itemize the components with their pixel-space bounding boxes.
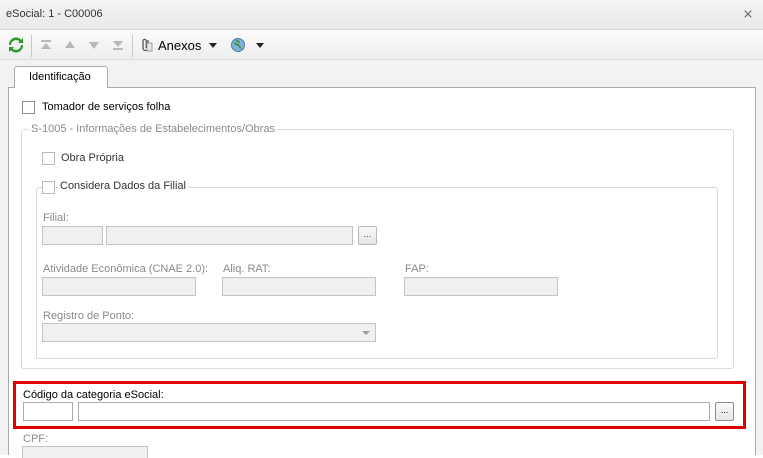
chevron-down-icon <box>362 331 370 335</box>
first-record-icon <box>41 40 51 49</box>
tomador-label: Tomador de serviços folha <box>42 101 171 113</box>
fap-field[interactable] <box>404 277 558 296</box>
obra-propria-label: Obra Própria <box>61 152 124 164</box>
filial-label: Filial: <box>43 212 69 224</box>
categoria-lookup-button[interactable]: ... <box>715 402 734 421</box>
last-record-button[interactable] <box>109 36 127 54</box>
attachments-button[interactable]: Anexos <box>138 36 222 54</box>
refresh-button[interactable] <box>6 36 26 54</box>
previous-record-button[interactable] <box>61 36 79 54</box>
categoria-label: Código da categoria eSocial: <box>23 389 164 401</box>
last-record-icon <box>113 41 123 50</box>
filial-lookup-button[interactable]: ... <box>358 226 377 245</box>
categoria-code-field[interactable] <box>23 402 73 421</box>
aliq-rat-label: Aliq. RAT: <box>223 263 271 275</box>
registro-ponto-select[interactable] <box>42 323 376 342</box>
previous-record-icon <box>65 41 75 48</box>
cpf-label: CPF: <box>23 433 49 445</box>
registro-ponto-label: Registro de Ponto: <box>43 310 135 322</box>
toolbar: Anexos <box>0 30 763 60</box>
cnae-field[interactable] <box>42 277 196 296</box>
s1005-legend: S-1005 - Informações de Estabelecimentos… <box>29 123 277 135</box>
filial-code-field[interactable] <box>42 226 103 245</box>
chevron-down-icon <box>209 42 218 48</box>
filial-name-field[interactable] <box>106 226 353 245</box>
toolbar-separator <box>31 35 32 57</box>
close-icon[interactable]: ⨯ <box>740 6 756 22</box>
next-record-icon <box>89 42 99 49</box>
aliq-rat-field[interactable] <box>222 277 376 296</box>
globe-menu-button[interactable] <box>230 36 270 54</box>
cpf-field[interactable] <box>22 446 148 458</box>
next-record-button[interactable] <box>85 36 103 54</box>
obra-propria-checkbox[interactable] <box>42 152 55 165</box>
considera-checkbox[interactable] <box>42 181 55 194</box>
tab-identificacao[interactable]: Identificação <box>14 66 108 88</box>
considera-label: Considera Dados da Filial <box>58 180 188 192</box>
fap-label: FAP: <box>405 263 429 275</box>
cnae-label: Atividade Econômica (CNAE 2.0): <box>43 263 209 275</box>
first-record-button[interactable] <box>37 36 55 54</box>
title-bar: eSocial: 1 - C00006 ⨯ <box>0 0 763 30</box>
attachments-label: Anexos <box>158 37 202 53</box>
paperclip-icon <box>142 38 153 52</box>
chevron-down-icon <box>256 42 264 48</box>
toolbar-separator <box>132 35 133 57</box>
tab-label: Identificação <box>29 71 91 83</box>
tomador-checkbox[interactable] <box>22 101 35 114</box>
categoria-description-field[interactable] <box>78 402 710 421</box>
globe-icon <box>231 38 245 52</box>
window-title: eSocial: 1 - C00006 <box>6 8 103 20</box>
refresh-icon <box>8 37 24 53</box>
